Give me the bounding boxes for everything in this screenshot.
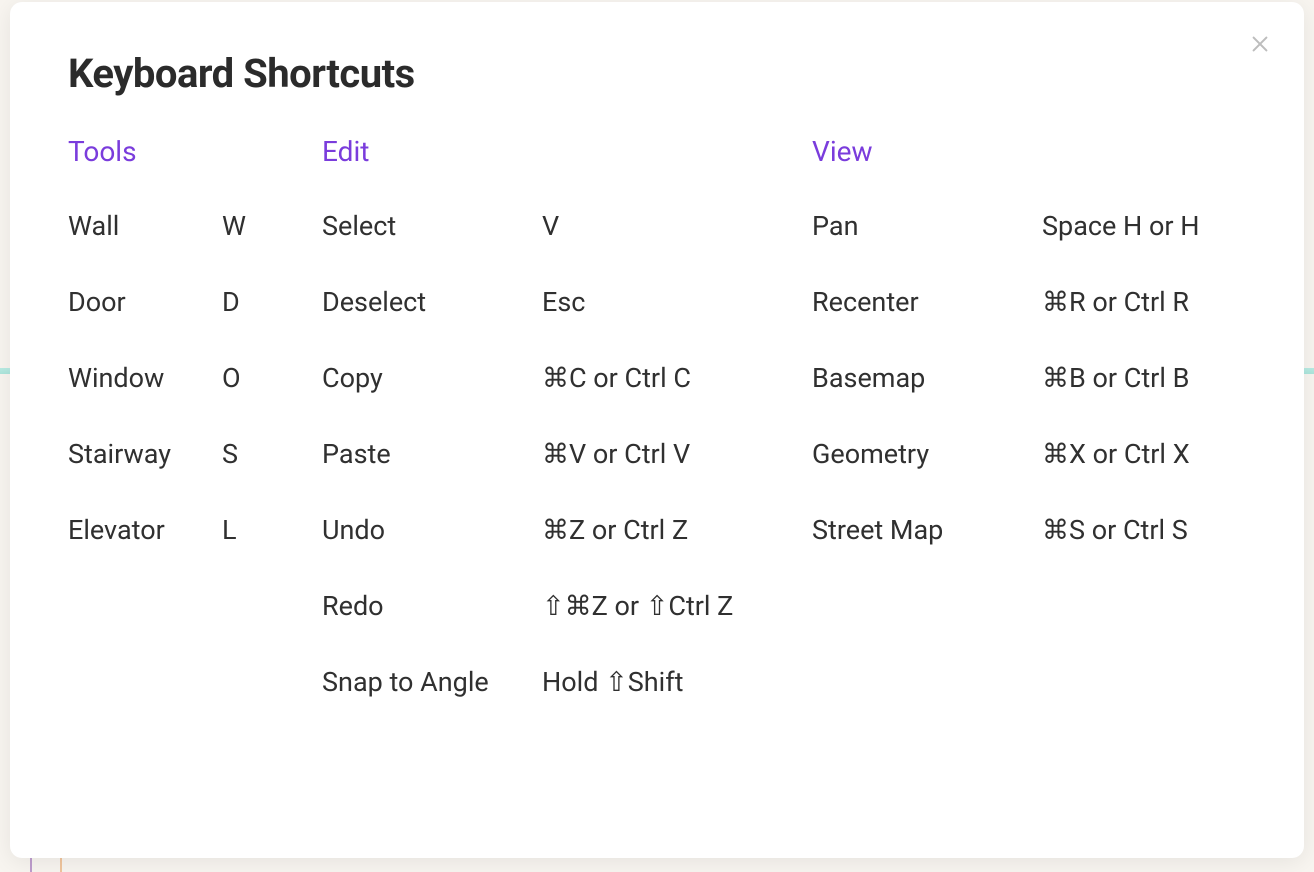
shortcut-label: Select: [322, 210, 542, 242]
shortcut-key: ⌘X or Ctrl X: [1042, 438, 1190, 470]
shortcut-key: ⌘V or Ctrl V: [542, 438, 690, 470]
shortcut-key: W: [222, 210, 246, 242]
close-button[interactable]: [1246, 30, 1274, 58]
shortcut-label: Copy: [322, 362, 542, 394]
shortcut-row: Redo ⇧⌘Z or ⇧Ctrl Z: [322, 590, 812, 622]
shortcut-key: ⌘C or Ctrl C: [542, 362, 691, 394]
shortcut-row: Stairway S: [68, 438, 322, 470]
background-floorplan-peek: [0, 858, 1314, 872]
view-column: View Pan Space H or H Recenter ⌘R or Ctr…: [812, 135, 1246, 698]
modal-title: Keyboard Shortcuts: [68, 50, 1246, 97]
shortcut-row: Street Map ⌘S or Ctrl S: [812, 514, 1246, 546]
shortcut-key: ⇧⌘Z or ⇧Ctrl Z: [542, 590, 733, 622]
shortcut-label: Deselect: [322, 286, 542, 318]
shortcut-row: Copy ⌘C or Ctrl C: [322, 362, 812, 394]
shortcut-label: Wall: [68, 210, 222, 242]
shortcut-label: Door: [68, 286, 222, 318]
shortcut-key: Space H or H: [1042, 210, 1200, 242]
shortcut-key: ⌘B or Ctrl B: [1042, 362, 1189, 394]
tools-header: Tools: [68, 135, 322, 168]
shortcut-key: D: [222, 286, 240, 318]
edit-column: Edit Select V Deselect Esc Copy ⌘C or Ct…: [322, 135, 812, 698]
shortcut-row: Recenter ⌘R or Ctrl R: [812, 286, 1246, 318]
shortcut-row: Window O: [68, 362, 322, 394]
shortcut-label: Street Map: [812, 514, 1042, 546]
shortcut-columns: Tools Wall W Door D Window O Stairway S …: [68, 135, 1246, 698]
keyboard-shortcuts-modal: Keyboard Shortcuts Tools Wall W Door D W…: [10, 2, 1304, 858]
shortcut-label: Recenter: [812, 286, 1042, 318]
shortcut-row: Undo ⌘Z or Ctrl Z: [322, 514, 812, 546]
shortcut-label: Stairway: [68, 438, 222, 470]
shortcut-key: V: [542, 210, 559, 242]
close-icon: [1249, 33, 1271, 55]
shortcut-row: Pan Space H or H: [812, 210, 1246, 242]
shortcut-key: ⌘Z or Ctrl Z: [542, 514, 688, 546]
tools-column: Tools Wall W Door D Window O Stairway S …: [68, 135, 322, 698]
view-header: View: [812, 135, 1246, 168]
shortcut-label: Elevator: [68, 514, 222, 546]
shortcut-key: ⌘R or Ctrl R: [1042, 286, 1189, 318]
shortcut-row: Select V: [322, 210, 812, 242]
shortcut-key: Hold ⇧Shift: [542, 666, 683, 698]
shortcut-label: Redo: [322, 590, 542, 622]
shortcut-row: Deselect Esc: [322, 286, 812, 318]
shortcut-label: Basemap: [812, 362, 1042, 394]
shortcut-row: Basemap ⌘B or Ctrl B: [812, 362, 1246, 394]
shortcut-row: Geometry ⌘X or Ctrl X: [812, 438, 1246, 470]
shortcut-row: Paste ⌘V or Ctrl V: [322, 438, 812, 470]
shortcut-key: Esc: [542, 286, 585, 318]
shortcut-label: Paste: [322, 438, 542, 470]
shortcut-key: O: [222, 362, 241, 394]
shortcut-label: Snap to Angle: [322, 666, 542, 698]
shortcut-label: Undo: [322, 514, 542, 546]
shortcut-label: Geometry: [812, 438, 1042, 470]
shortcut-row: Wall W: [68, 210, 322, 242]
edit-header: Edit: [322, 135, 812, 168]
shortcut-row: Elevator L: [68, 514, 322, 546]
shortcut-key: ⌘S or Ctrl S: [1042, 514, 1188, 546]
shortcut-label: Window: [68, 362, 222, 394]
shortcut-row: Snap to Angle Hold ⇧Shift: [322, 666, 812, 698]
shortcut-row: Door D: [68, 286, 322, 318]
shortcut-label: Pan: [812, 210, 1042, 242]
shortcut-key: L: [222, 514, 237, 546]
shortcut-key: S: [222, 438, 238, 470]
